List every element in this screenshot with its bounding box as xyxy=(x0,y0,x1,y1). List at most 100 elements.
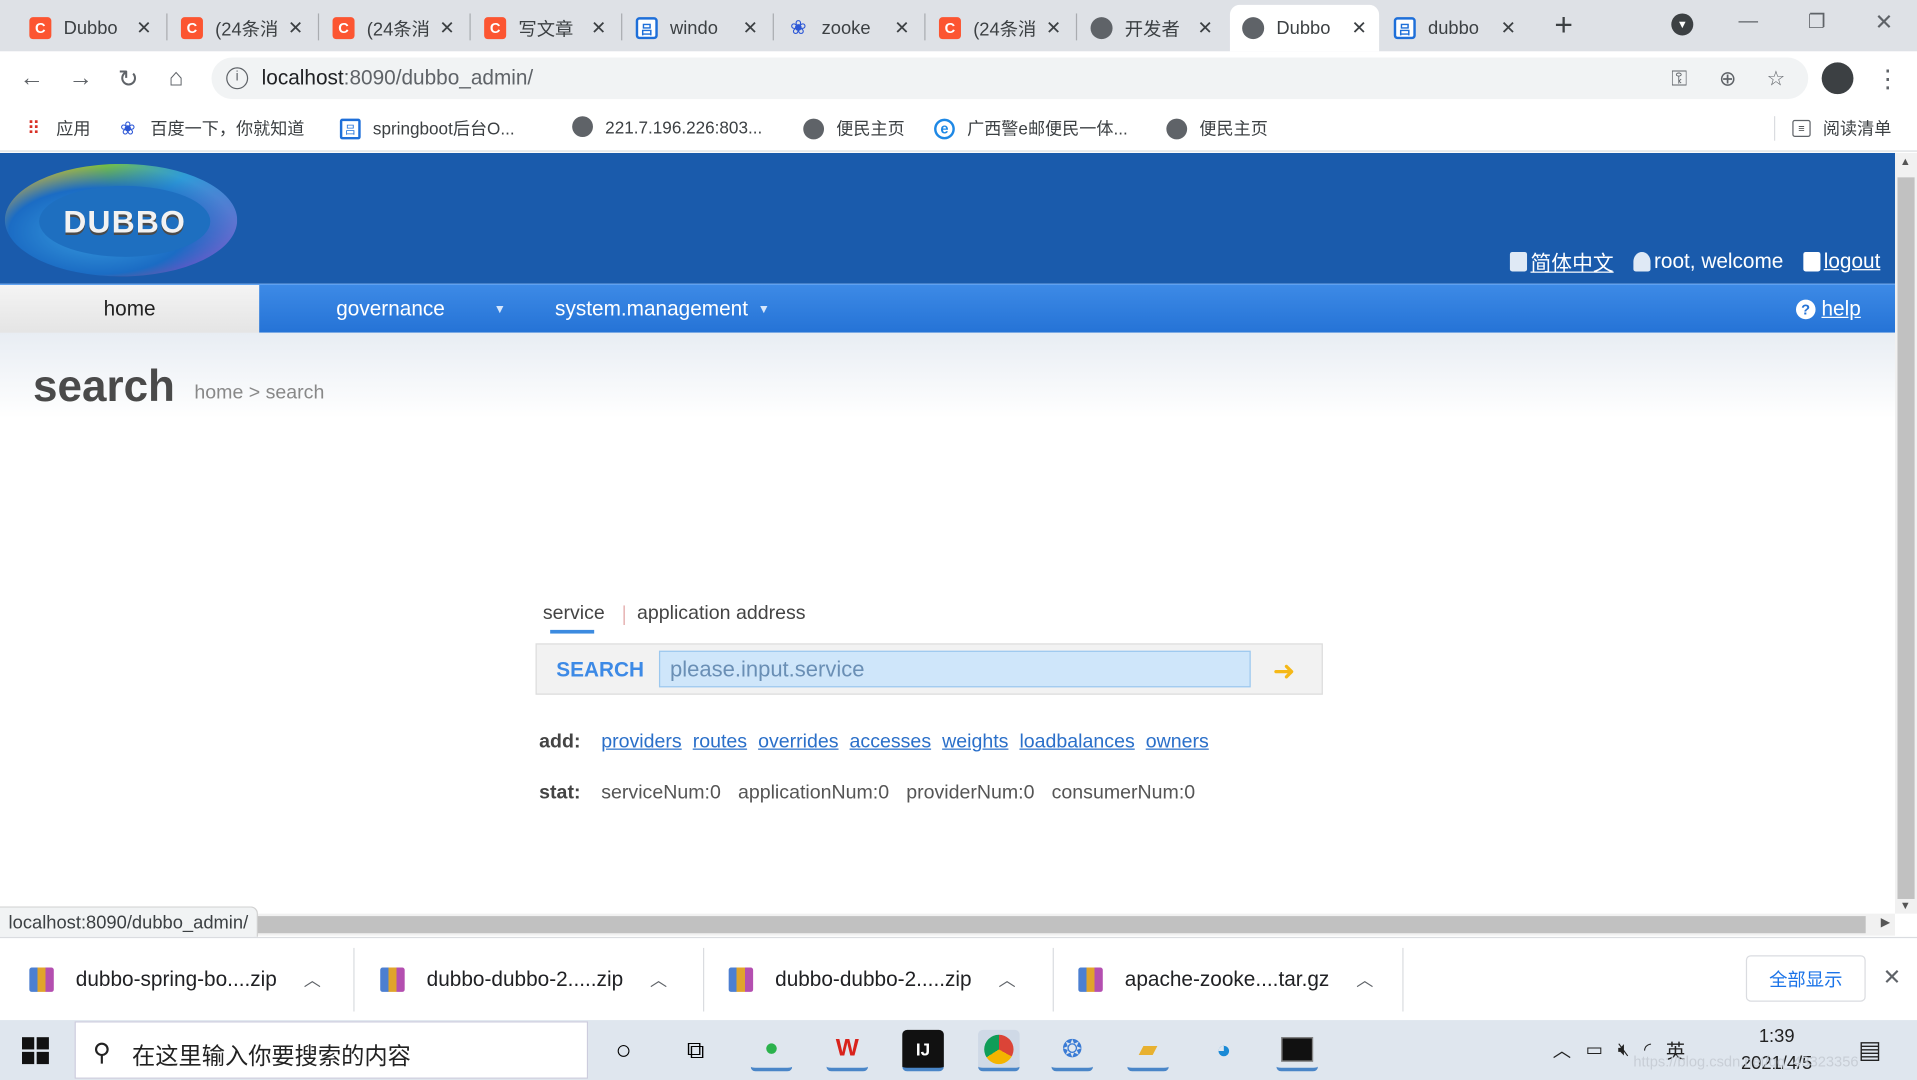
service-search-input[interactable] xyxy=(658,650,1251,688)
close-tab-icon[interactable]: ✕ xyxy=(439,17,454,39)
profile-avatar-icon[interactable] xyxy=(1820,61,1854,95)
taskbar-search-box[interactable]: ⚲ 在这里输入你要搜索的内容 xyxy=(74,1021,589,1079)
close-tab-icon[interactable]: ✕ xyxy=(894,17,909,39)
search-label: SEARCH xyxy=(556,658,645,682)
show-all-downloads-button[interactable]: 全部显示 xyxy=(1745,955,1866,1002)
browser-tab[interactable]: C (24条消 ✕ xyxy=(320,5,467,51)
browser-tab[interactable]: C 写文章 ✕ xyxy=(472,5,619,51)
download-item[interactable]: dubbo-dubbo-2.....zip ︿ xyxy=(380,938,667,1021)
browser-tab[interactable]: 吕 dubbo ✕ xyxy=(1382,5,1529,51)
close-downloads-icon[interactable]: ✕ xyxy=(1883,965,1901,991)
battery-icon[interactable]: ▭ xyxy=(1586,1038,1603,1061)
chevron-up-icon[interactable]: ︿ xyxy=(998,967,1015,991)
close-window-button[interactable]: ✕ xyxy=(1867,5,1901,39)
wps-icon[interactable]: W xyxy=(826,1030,869,1072)
dubbo-logo[interactable]: DUBBO xyxy=(4,163,238,277)
wechat-icon[interactable]: ● xyxy=(750,1030,793,1072)
add-overrides-link[interactable]: overrides xyxy=(758,731,838,753)
page-title: search xyxy=(33,360,175,411)
browser-tab[interactable]: ❀ zooke ✕ xyxy=(775,5,922,51)
reading-list[interactable]: ≡ 阅读清单 xyxy=(1773,116,1891,141)
close-tab-icon[interactable]: ✕ xyxy=(1501,17,1516,39)
volume-muted-icon[interactable]: 🔇︎ xyxy=(1618,1039,1630,1060)
bookmark-apps[interactable]: ⠿ 应用 xyxy=(23,116,91,140)
browser-tab[interactable]: 开发者 ✕ xyxy=(1078,5,1225,51)
horizontal-scrollbar[interactable]: ▶ xyxy=(0,913,1896,936)
help-link[interactable]: ? help xyxy=(1795,297,1861,321)
tab-search-icon[interactable]: ▼ xyxy=(1665,7,1699,41)
scroll-up-icon[interactable]: ▲ xyxy=(1900,155,1911,167)
address-bar[interactable]: i localhost:8090/dubbo_admin/ ⚿ ⊕ ☆ xyxy=(211,57,1809,100)
menu-home[interactable]: home xyxy=(0,284,260,334)
bookmark-springboot[interactable]: 吕 springboot后台O... xyxy=(339,116,515,140)
chevron-up-icon[interactable]: ︿ xyxy=(650,967,667,991)
zoom-icon[interactable]: ⊕ xyxy=(1719,67,1736,91)
chevron-up-icon[interactable]: ︿ xyxy=(1356,967,1373,991)
download-divider xyxy=(1052,947,1054,1012)
edge-icon[interactable]: ◕ xyxy=(1203,1030,1245,1072)
task-view-icon[interactable]: ⧉ xyxy=(675,1030,717,1072)
chrome-icon[interactable] xyxy=(978,1029,1020,1072)
bookmark-ip[interactable]: 221.7.196.226:803... xyxy=(572,116,762,137)
add-accesses-link[interactable]: accesses xyxy=(850,731,932,753)
download-item[interactable]: dubbo-spring-bo....zip ︿ xyxy=(29,938,321,1021)
cortana-circle-icon[interactable]: ○ xyxy=(603,1030,645,1072)
reading-list-icon: ≡ xyxy=(1792,119,1811,137)
search-icon: ⚲ xyxy=(92,1039,111,1067)
browser-tab[interactable]: C (24条消 ✕ xyxy=(169,5,316,51)
add-owners-link[interactable]: owners xyxy=(1146,731,1209,753)
close-tab-icon[interactable]: ✕ xyxy=(1046,17,1061,39)
minimize-button[interactable]: — xyxy=(1731,5,1765,39)
tab-application-address[interactable]: application address xyxy=(637,603,806,625)
vertical-scrollbar[interactable]: ▲ ▼ xyxy=(1895,152,1917,914)
close-tab-icon[interactable]: ✕ xyxy=(591,17,606,39)
forward-arrow-icon[interactable]: → xyxy=(64,61,98,95)
home-icon[interactable]: ⌂ xyxy=(159,61,193,95)
reload-icon[interactable]: ↻ xyxy=(111,61,145,95)
logout-link[interactable]: logout xyxy=(1802,249,1880,273)
windows-start-icon[interactable] xyxy=(22,1037,49,1065)
bookmark-guangxi[interactable]: e 广西警e邮便民一体... xyxy=(934,116,1128,140)
app-swirl-icon[interactable]: ❂ xyxy=(1051,1030,1094,1072)
browser-tab[interactable]: C (24条消 ✕ xyxy=(927,5,1074,51)
terminal-icon[interactable] xyxy=(1276,1030,1318,1072)
notification-center-icon[interactable]: ▤ xyxy=(1858,1035,1881,1066)
download-item[interactable]: dubbo-dubbo-2.....zip ︿ xyxy=(728,938,1016,1021)
bookmark-baidu[interactable]: ❀ 百度一下，你就知道 xyxy=(117,116,304,140)
close-tab-icon[interactable]: ✕ xyxy=(288,17,303,39)
scroll-right-icon[interactable]: ▶ xyxy=(1881,916,1890,929)
search-go-arrow-icon[interactable]: ➜ xyxy=(1273,656,1296,688)
intellij-icon[interactable]: IJ xyxy=(902,1029,944,1072)
menu-system-management[interactable]: system.management ▼ xyxy=(555,285,770,334)
bookmark-bianmin-2[interactable]: 便民主页 xyxy=(1166,116,1268,140)
menu-kebab-icon[interactable]: ⋮ xyxy=(1871,61,1905,95)
browser-tab[interactable]: Dubbo ✕ xyxy=(1229,4,1380,52)
download-item[interactable]: apache-zooke....tar.gz ︿ xyxy=(1078,938,1373,1021)
menu-governance[interactable]: governance ▼ xyxy=(336,285,506,334)
close-tab-icon[interactable]: ✕ xyxy=(1197,17,1212,39)
vertical-scroll-thumb[interactable] xyxy=(1897,177,1915,899)
bookmark-bianmin-1[interactable]: 便民主页 xyxy=(803,116,905,140)
star-icon[interactable]: ☆ xyxy=(1767,67,1786,91)
add-weights-link[interactable]: weights xyxy=(942,731,1008,753)
browser-tab[interactable]: C Dubbo ✕ xyxy=(17,5,164,51)
close-tab-icon[interactable]: ✕ xyxy=(136,17,151,39)
browser-tab[interactable]: 吕 windo ✕ xyxy=(624,5,771,51)
key-icon[interactable]: ⚿ xyxy=(1671,67,1687,91)
add-loadbalances-link[interactable]: loadbalances xyxy=(1019,731,1134,753)
language-link[interactable]: 简体中文 xyxy=(1509,246,1614,277)
file-explorer-icon[interactable]: ▰ xyxy=(1127,1030,1169,1072)
chevron-up-icon[interactable]: ︿ xyxy=(304,967,321,991)
new-tab-button[interactable]: + xyxy=(1547,6,1581,43)
horizontal-scroll-thumb[interactable] xyxy=(24,916,1866,934)
restore-button[interactable]: ❐ xyxy=(1800,5,1834,39)
close-tab-icon[interactable]: ✕ xyxy=(743,17,758,39)
show-hidden-icons-chevron-icon[interactable]: ︿ xyxy=(1553,1037,1571,1063)
back-arrow-icon[interactable]: ← xyxy=(15,61,49,95)
scroll-down-icon[interactable]: ▼ xyxy=(1900,899,1911,911)
tab-service[interactable]: service xyxy=(543,603,605,625)
site-info-icon[interactable]: i xyxy=(226,67,249,90)
add-providers-link[interactable]: providers xyxy=(601,731,681,753)
add-routes-link[interactable]: routes xyxy=(693,731,747,753)
close-tab-icon[interactable]: ✕ xyxy=(1351,17,1366,39)
